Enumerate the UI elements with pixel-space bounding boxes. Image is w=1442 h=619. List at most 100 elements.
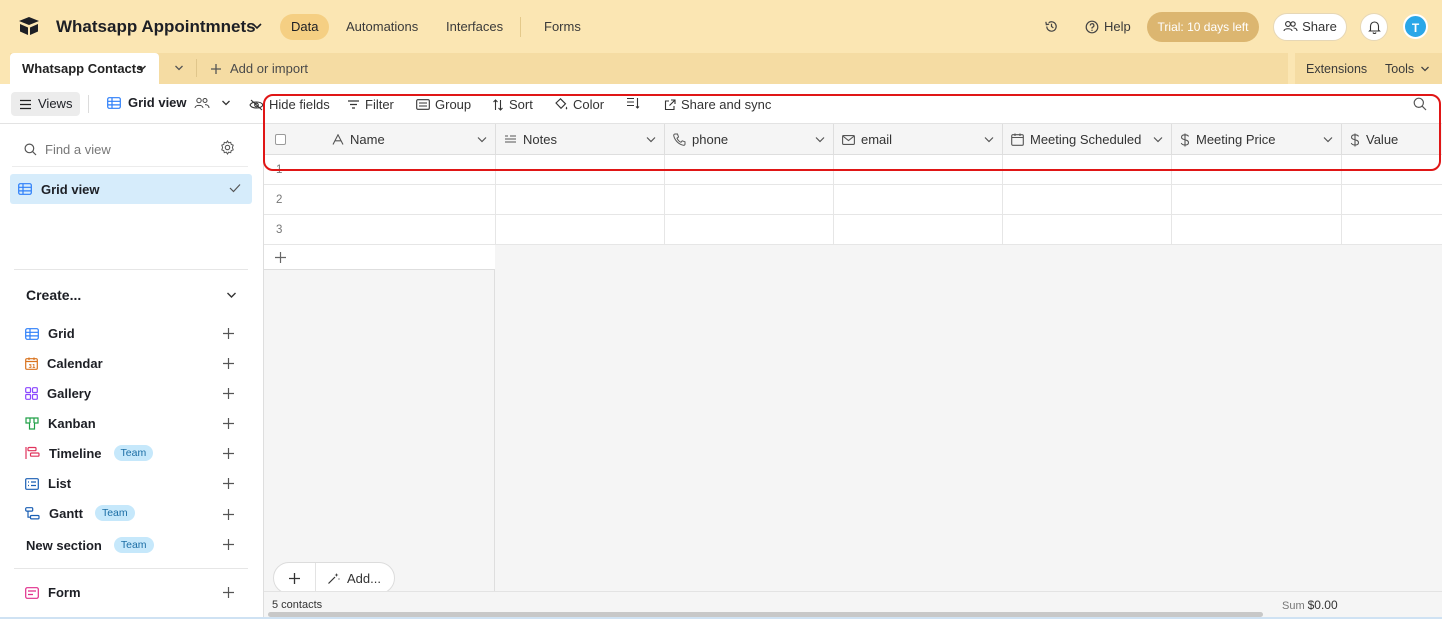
table-cell[interactable] bbox=[1342, 215, 1442, 244]
plus-icon[interactable] bbox=[222, 586, 235, 599]
column-header-meeting-scheduled[interactable]: Meeting Scheduled bbox=[1003, 124, 1172, 155]
create-list-item[interactable]: List bbox=[25, 476, 71, 491]
table-cell[interactable] bbox=[1003, 155, 1172, 184]
plus-icon[interactable] bbox=[222, 447, 235, 460]
nav-tab-interfaces[interactable]: Interfaces bbox=[435, 14, 514, 40]
chevron-down-icon[interactable] bbox=[646, 135, 656, 144]
plus-icon[interactable] bbox=[222, 508, 235, 521]
chevron-down-icon[interactable] bbox=[251, 20, 263, 32]
share-button[interactable]: Share bbox=[1273, 13, 1347, 41]
current-view-button[interactable]: Grid view bbox=[107, 95, 231, 110]
chevron-down-icon[interactable] bbox=[1323, 135, 1333, 144]
select-all-checkbox[interactable] bbox=[275, 134, 286, 145]
column-header-label: Name bbox=[350, 132, 385, 147]
find-view-input[interactable]: Find a view bbox=[24, 142, 111, 157]
base-title[interactable]: Whatsapp Appointmnets bbox=[56, 17, 256, 37]
table-cell[interactable] bbox=[665, 185, 834, 214]
table-cell[interactable] bbox=[1003, 215, 1172, 244]
chevron-down-icon[interactable] bbox=[226, 290, 237, 300]
table-cell[interactable] bbox=[1172, 185, 1342, 214]
create-form-item[interactable]: Form bbox=[25, 585, 81, 600]
table-cell[interactable] bbox=[1342, 155, 1442, 184]
grid-icon bbox=[25, 327, 39, 340]
avatar[interactable]: T bbox=[1403, 14, 1428, 39]
table-cell[interactable] bbox=[1172, 215, 1342, 244]
table-cell[interactable] bbox=[264, 215, 496, 244]
table-cell[interactable] bbox=[665, 155, 834, 184]
notifications-button[interactable] bbox=[1360, 13, 1388, 41]
column-header-meeting-price[interactable]: Meeting Price bbox=[1172, 124, 1342, 155]
table-cell[interactable] bbox=[834, 155, 1003, 184]
sum-summary[interactable]: Sum $0.00 bbox=[1282, 598, 1338, 612]
tools-button[interactable]: Tools bbox=[1385, 62, 1430, 76]
group-button[interactable]: Group bbox=[416, 97, 471, 112]
table-cell[interactable] bbox=[1172, 155, 1342, 184]
column-header-name[interactable]: Name bbox=[324, 124, 496, 155]
table-cell[interactable] bbox=[496, 215, 665, 244]
color-button[interactable]: Color bbox=[554, 97, 604, 112]
table-tab-label: Whatsapp Contacts bbox=[22, 61, 144, 76]
add-record-row[interactable] bbox=[264, 245, 495, 270]
nav-tab-automations[interactable]: Automations bbox=[335, 14, 429, 40]
create-kanban-item[interactable]: Kanban bbox=[25, 416, 96, 431]
column-header-notes[interactable]: Notes bbox=[496, 124, 665, 155]
chevron-down-icon[interactable] bbox=[984, 135, 994, 144]
gear-icon[interactable] bbox=[220, 140, 235, 155]
table-row[interactable]: 3 bbox=[264, 215, 1442, 245]
currency-icon bbox=[1180, 133, 1190, 146]
create-calendar-item[interactable]: 31 Calendar bbox=[25, 356, 103, 371]
table-cell[interactable] bbox=[834, 215, 1003, 244]
filter-button[interactable]: Filter bbox=[347, 97, 394, 112]
table-cell[interactable] bbox=[496, 155, 665, 184]
create-section-title[interactable]: Create... bbox=[26, 287, 81, 303]
plus-icon[interactable] bbox=[222, 327, 235, 340]
table-cell[interactable] bbox=[665, 215, 834, 244]
column-header-email[interactable]: email bbox=[834, 124, 1003, 155]
hide-fields-button[interactable]: Hide fields bbox=[249, 97, 330, 112]
plus-icon[interactable] bbox=[222, 538, 235, 551]
extensions-button[interactable]: Extensions bbox=[1306, 62, 1367, 76]
add-with-ai-button[interactable]: Add... bbox=[327, 571, 381, 586]
share-and-sync-button[interactable]: Share and sync bbox=[664, 97, 771, 112]
sort-button[interactable]: Sort bbox=[492, 97, 533, 112]
help-button[interactable]: Help bbox=[1085, 19, 1131, 34]
chevron-down-icon[interactable] bbox=[137, 63, 147, 73]
column-header-phone[interactable]: phone bbox=[665, 124, 834, 155]
search-icon[interactable] bbox=[1413, 97, 1427, 111]
table-cell[interactable] bbox=[1003, 185, 1172, 214]
plus-icon[interactable] bbox=[222, 357, 235, 370]
chevron-down-icon[interactable] bbox=[815, 135, 825, 144]
table-cell[interactable] bbox=[834, 185, 1003, 214]
create-grid-item[interactable]: Grid bbox=[25, 326, 75, 341]
create-gantt-item[interactable]: Gantt Team bbox=[25, 505, 135, 521]
table-cell[interactable] bbox=[496, 185, 665, 214]
add-or-import-button[interactable]: Add or import bbox=[210, 61, 308, 76]
nav-tab-forms[interactable]: Forms bbox=[533, 14, 592, 40]
plus-icon[interactable] bbox=[222, 387, 235, 400]
base-logo-icon[interactable] bbox=[18, 16, 40, 36]
create-timeline-item[interactable]: Timeline Team bbox=[25, 445, 154, 461]
plus-icon[interactable] bbox=[222, 417, 235, 430]
table-row[interactable]: 1 bbox=[264, 155, 1442, 185]
team-badge: Team bbox=[113, 537, 154, 553]
table-row[interactable]: 2 bbox=[264, 185, 1442, 215]
trial-button[interactable]: Trial: 10 days left bbox=[1147, 12, 1259, 42]
create-new-section-item[interactable]: New section Team bbox=[26, 537, 154, 553]
table-cell[interactable] bbox=[264, 185, 496, 214]
plus-icon[interactable] bbox=[222, 477, 235, 490]
table-cell[interactable] bbox=[1342, 185, 1442, 214]
table-cell[interactable] bbox=[264, 155, 496, 184]
history-icon[interactable] bbox=[1044, 19, 1059, 34]
sidebar-item-grid-view[interactable]: Grid view bbox=[10, 174, 252, 204]
column-header-value[interactable]: Value bbox=[1342, 124, 1442, 155]
chevron-down-icon[interactable] bbox=[1153, 135, 1163, 144]
all-tables-chevron-icon[interactable] bbox=[174, 63, 184, 73]
create-gallery-item[interactable]: Gallery bbox=[25, 386, 91, 401]
nav-tab-data[interactable]: Data bbox=[280, 14, 330, 40]
table-tab-whatsapp-contacts[interactable]: Whatsapp Contacts bbox=[10, 53, 159, 84]
row-height-button[interactable] bbox=[626, 97, 640, 109]
group-icon bbox=[416, 99, 430, 110]
views-toggle-button[interactable]: Views bbox=[11, 92, 81, 116]
add-record-button[interactable] bbox=[274, 563, 316, 593]
chevron-down-icon[interactable] bbox=[477, 135, 487, 144]
